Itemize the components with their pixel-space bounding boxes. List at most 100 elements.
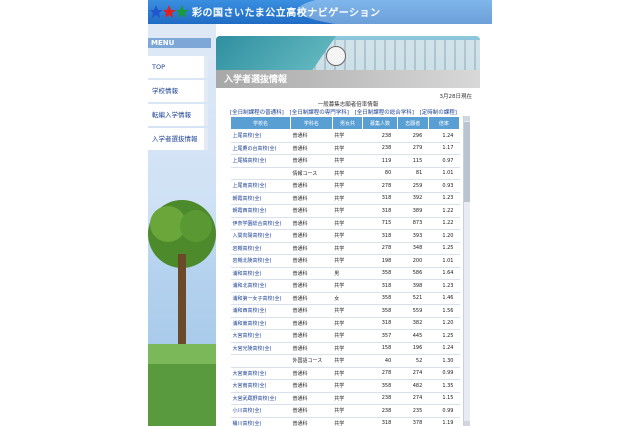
table-body: 上尾高校(全) 普通科 共学 238 296 1.24 上尾鷹の台高校(全) 普通科 共学 238… — [230, 129, 460, 426]
school-name-cell[interactable]: 大宮南高校(全) — [230, 379, 291, 393]
applicants-cell: 873 — [397, 217, 429, 230]
ratio-cell: 1.20 — [428, 317, 460, 330]
capacity-cell: 278 — [362, 367, 398, 380]
gender-cell: 共学 — [332, 192, 363, 205]
table-row: 大宮光陵高校(全) 普通科 共学 158 196 1.24 — [230, 342, 460, 355]
col-gender: 男女共 — [331, 116, 364, 130]
gender-cell: 共学 — [332, 242, 363, 255]
course-cell: 外国語コース — [290, 354, 333, 368]
course-cell: 情報コース — [290, 167, 333, 180]
sidebar-item-school-info[interactable]: 学校情報 — [148, 80, 208, 102]
ratio-cell: 0.99 — [428, 404, 460, 418]
school-name-cell[interactable]: 桶川高校(全) — [230, 417, 291, 426]
school-name-cell[interactable]: 上尾橘高校(全) — [230, 154, 291, 168]
school-name-cell[interactable]: 伊奈学園総合高校(全) — [230, 217, 291, 230]
table-row: 入間向陽高校(全) 普通科 共学 318 393 1.20 — [230, 229, 460, 243]
school-name-cell[interactable]: 岩槻高校(全) — [230, 242, 291, 255]
ratio-cell: 1.25 — [428, 329, 460, 343]
capacity-cell: 40 — [362, 354, 398, 368]
ratio-cell: 0.97 — [428, 154, 460, 168]
gender-cell: 共学 — [332, 354, 363, 368]
school-name-cell[interactable]: 浦和東高校(全) — [230, 317, 291, 330]
school-name-cell[interactable]: 上尾鷹の台高校(全) — [230, 142, 291, 155]
applicants-cell: 445 — [397, 329, 429, 343]
course-cell: 普通科 — [290, 342, 333, 355]
capacity-cell: 80 — [362, 167, 398, 180]
table-scrollbar[interactable] — [463, 116, 470, 426]
applicants-cell: 296 — [397, 129, 429, 143]
ratio-cell: 1.19 — [428, 417, 460, 426]
gender-cell: 共学 — [332, 279, 363, 293]
gender-cell: 共学 — [332, 392, 363, 405]
course-cell: 普通科 — [290, 292, 333, 305]
col-course: 学科名 — [289, 116, 333, 130]
col-applicants: 志願者 — [396, 116, 429, 130]
table-row: 大宮武蔵野高校(全) 普通科 共学 238 274 1.15 — [230, 392, 460, 405]
capacity-cell: 238 — [362, 142, 398, 155]
ratio-cell: 1.17 — [428, 142, 460, 155]
sidebar-item-transfer[interactable]: 転編入学情報 — [148, 104, 208, 126]
ratio-cell: 1.35 — [428, 379, 460, 393]
main-content: 入学者選抜情報 3月28日現在 一般募集志願者倍率情報 [全日制課程の普通科] … — [216, 36, 480, 426]
scroll-thumb[interactable] — [464, 122, 470, 202]
sidebar-item-top[interactable]: TOP — [148, 56, 208, 78]
school-name-cell[interactable]: 大宮東高校(全) — [230, 367, 291, 380]
applicants-cell: 521 — [397, 292, 429, 305]
school-name-cell[interactable]: 上尾南高校(全) — [230, 179, 291, 193]
table-row: 伊奈学園総合高校(全) 普通科 共学 715 873 1.22 — [230, 217, 460, 230]
section-title: 一般募集志願者倍率情報 — [317, 102, 379, 108]
school-name-cell[interactable]: 朝霞高校(全) — [230, 192, 291, 205]
ratio-cell: 0.99 — [428, 367, 460, 380]
gender-cell: 共学 — [332, 254, 363, 268]
capacity-cell: 318 — [362, 204, 398, 218]
school-logo-icon — [150, 5, 189, 18]
school-name-cell[interactable]: 上尾高校(全) — [230, 129, 291, 143]
capacity-cell: 158 — [362, 342, 398, 355]
school-name-cell[interactable]: 浦和西高校(全) — [230, 304, 291, 318]
gender-cell: 共学 — [332, 142, 363, 155]
menu-label: MENU — [148, 38, 211, 48]
school-name-cell[interactable]: 大宮光陵高校(全) — [230, 342, 291, 355]
applicants-cell: 200 — [397, 254, 429, 268]
table-row: 小川高校(全) 普通科 共学 238 235 0.99 — [230, 404, 460, 418]
capacity-cell: 318 — [362, 417, 398, 426]
capacity-cell: 358 — [362, 304, 398, 318]
table-row: 浦和第一女子高校(全) 普通科女 358 521 1.46 — [230, 292, 460, 305]
ratio-cell: 1.23 — [428, 192, 460, 205]
course-cell: 普通科 — [290, 392, 333, 405]
sidebar: MENU TOP 学校情報 転編入学情報 入学者選抜情報 — [148, 24, 216, 426]
applicants-cell: 279 — [397, 142, 429, 155]
school-name-cell[interactable]: 入間向陽高校(全) — [230, 229, 291, 243]
site-title[interactable]: 彩の国さいたま公立高校ナビゲーション — [192, 4, 381, 19]
table-row: 外国語コース 共学 40 52 1.30 — [230, 354, 460, 368]
sidebar-item-admission[interactable]: 入学者選抜情報 — [148, 128, 208, 150]
scroll-down-arrow-icon[interactable] — [464, 421, 470, 426]
gender-cell: 共学 — [332, 329, 363, 343]
table-row: 浦和西高校(全) 普通科 共学 358 559 1.56 — [230, 304, 460, 318]
table-row: 桶川高校(全) 普通科 共学 318 378 1.19 — [230, 417, 460, 426]
school-name-cell[interactable]: 浦和高校(全) — [230, 267, 291, 280]
course-cell: 普通科 — [290, 317, 333, 330]
table-row: 上尾南高校(全) 普通科 共学 278 259 0.93 — [230, 179, 460, 193]
table-row: 浦和北高校(全) 普通科 共学 318 398 1.23 — [230, 279, 460, 293]
gender-cell: 共学 — [332, 167, 363, 180]
applicants-cell: 482 — [397, 379, 429, 393]
school-name-cell[interactable]: 大宮武蔵野高校(全) — [230, 392, 291, 405]
capacity-cell: 238 — [362, 404, 398, 418]
school-name-cell[interactable]: 朝霞西高校(全) — [230, 204, 291, 218]
gender-cell: 共学 — [332, 342, 363, 355]
scroll-up-arrow-icon[interactable] — [464, 116, 470, 121]
school-name-cell[interactable]: 大宮高校(全) — [230, 329, 291, 343]
school-name-cell[interactable]: 浦和北高校(全) — [230, 279, 291, 293]
school-name-cell[interactable]: 小川高校(全) — [230, 404, 291, 418]
gender-cell: 女 — [332, 292, 363, 305]
capacity-cell: 357 — [362, 329, 398, 343]
capacity-cell: 198 — [362, 254, 398, 268]
col-ratio: 倍率 — [427, 116, 461, 130]
applicants-cell: 382 — [397, 317, 429, 330]
applicants-cell: 398 — [397, 279, 429, 293]
course-cell: 普通科 — [290, 154, 333, 168]
school-name-cell[interactable]: 岩槻北陵高校(全) — [230, 254, 291, 268]
ratio-cell: 1.15 — [428, 392, 460, 405]
school-name-cell[interactable]: 浦和第一女子高校(全) — [230, 292, 291, 305]
